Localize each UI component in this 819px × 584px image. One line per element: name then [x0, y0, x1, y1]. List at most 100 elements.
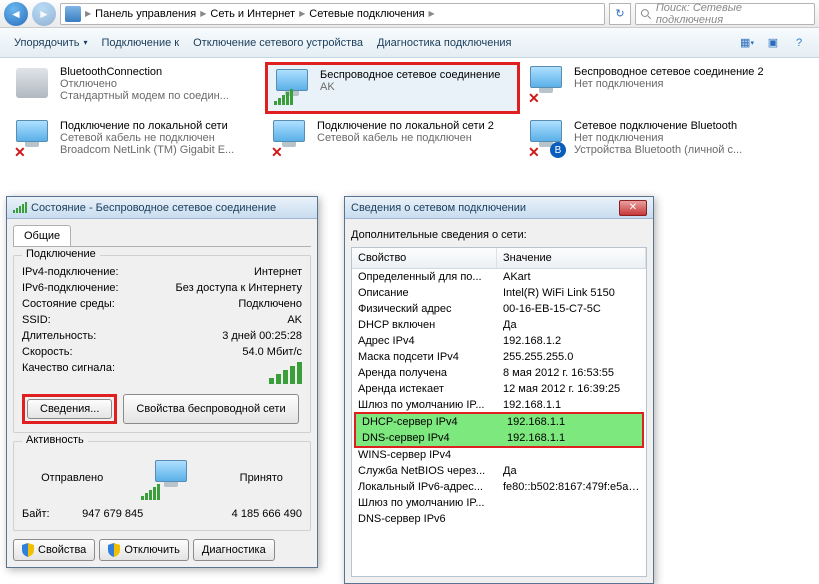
- help-button[interactable]: ?: [787, 32, 811, 54]
- table-row[interactable]: WINS-сервер IPv4: [352, 447, 646, 463]
- details-button[interactable]: Сведения...: [27, 399, 112, 419]
- dialog-title: Состояние - Беспроводное сетевое соедине…: [31, 202, 276, 214]
- crumb-1[interactable]: Панель управления: [95, 8, 196, 20]
- prop-cell: DNS-сервер IPv4: [356, 431, 501, 445]
- duration-label: Длительность:: [22, 330, 96, 342]
- connection-item[interactable]: ✕ Беспроводное сетевое соединение 2 Нет …: [522, 62, 777, 114]
- connection-status: Отключено: [60, 78, 229, 90]
- value-cell: [497, 496, 646, 510]
- properties-button[interactable]: Свойства: [13, 539, 95, 561]
- connection-status: Нет подключения: [574, 78, 764, 90]
- back-button[interactable]: ◄: [4, 2, 28, 26]
- prop-cell: DHCP включен: [352, 318, 497, 332]
- crumb-3[interactable]: Сетевые подключения: [309, 8, 424, 20]
- search-icon: [640, 8, 652, 20]
- diagnose-button[interactable]: Диагностика: [193, 539, 275, 561]
- wifi-disconnected-icon: ✕: [526, 66, 568, 104]
- media-value: Подключено: [238, 298, 302, 310]
- chevron-right-icon: ▶: [198, 9, 208, 18]
- value-cell: Да: [497, 318, 646, 332]
- value-cell: fe80::b502:8167:479f:e5af%14: [497, 480, 646, 494]
- table-row[interactable]: DHCP-сервер IPv4192.168.1.1: [356, 414, 642, 430]
- value-cell: 00-16-EB-15-C7-5C: [497, 302, 646, 316]
- prop-cell: Аренда получена: [352, 366, 497, 380]
- connection-item[interactable]: ✕ Подключение по локальной сети 2 Сетево…: [265, 116, 520, 162]
- chevron-right-icon: ▶: [297, 9, 307, 18]
- table-row[interactable]: Аренда истекает12 мая 2012 г. 16:39:25: [352, 381, 646, 397]
- disable-device-button[interactable]: Отключение сетевого устройства: [187, 33, 369, 53]
- table-row[interactable]: Определенный для по...AKart: [352, 269, 646, 285]
- table-row[interactable]: Локальный IPv6-адрес...fe80::b502:8167:4…: [352, 479, 646, 495]
- status-dialog: Состояние - Беспроводное сетевое соедине…: [6, 196, 318, 568]
- table-row[interactable]: Шлюз по умолчанию IP...: [352, 495, 646, 511]
- table-row[interactable]: Аренда получена8 мая 2012 г. 16:53:55: [352, 365, 646, 381]
- ipv4-label: IPv4-подключение:: [22, 266, 119, 278]
- wireless-props-button[interactable]: Свойства беспроводной сети: [123, 394, 298, 424]
- disable-button[interactable]: Отключить: [99, 539, 189, 561]
- table-row[interactable]: Маска подсети IPv4255.255.255.0: [352, 349, 646, 365]
- connect-to-button[interactable]: Подключение к: [95, 33, 185, 53]
- lan-disconnected-icon: ✕: [12, 120, 54, 158]
- view-icons-button[interactable]: ▦▾: [735, 32, 759, 54]
- dialog-titlebar[interactable]: Состояние - Беспроводное сетевое соедине…: [7, 197, 317, 219]
- prop-cell: Шлюз по умолчанию IP...: [352, 496, 497, 510]
- tab-strip: Общие: [13, 225, 311, 247]
- table-row[interactable]: Физический адрес00-16-EB-15-C7-5C: [352, 301, 646, 317]
- prop-cell: Физический адрес: [352, 302, 497, 316]
- value-cell: 192.168.1.1: [497, 398, 646, 412]
- value-cell: AKart: [497, 270, 646, 284]
- connection-item[interactable]: ✕ Подключение по локальной сети Сетевой …: [8, 116, 263, 162]
- connection-status: Сетевой кабель не подключен: [317, 132, 494, 144]
- details-table: Свойство Значение Определенный для по...…: [351, 247, 647, 577]
- prop-cell: Служба NetBIOS через...: [352, 464, 497, 478]
- table-row[interactable]: Адрес IPv4192.168.1.2: [352, 333, 646, 349]
- search-input[interactable]: Поиск: Сетевые подключения: [635, 3, 815, 25]
- table-row[interactable]: Служба NetBIOS через...Да: [352, 463, 646, 479]
- forward-button[interactable]: ►: [32, 2, 56, 26]
- connection-item-selected[interactable]: Беспроводное сетевое соединение AK: [265, 62, 520, 114]
- ssid-value: AK: [287, 314, 302, 326]
- connection-desc: Broadcom NetLink (TM) Gigabit E...: [60, 144, 234, 156]
- connection-desc: Стандартный модем по соедин...: [60, 90, 229, 102]
- recv-label: Принято: [240, 472, 283, 484]
- ssid-label: SSID:: [22, 314, 51, 326]
- connection-item[interactable]: ✕ B Сетевое подключение Bluetooth Нет по…: [522, 116, 777, 162]
- address-bar: ◄ ► ▶ Панель управления ▶ Сеть и Интерне…: [0, 0, 819, 28]
- connection-title: Подключение по локальной сети 2: [317, 120, 494, 132]
- preview-pane-button[interactable]: ▣: [761, 32, 785, 54]
- speed-label: Скорость:: [22, 346, 73, 358]
- signal-icon: [13, 202, 27, 213]
- value-cell: 192.168.1.2: [497, 334, 646, 348]
- diagnose-button[interactable]: Диагностика подключения: [371, 33, 517, 53]
- dialog-titlebar[interactable]: Сведения о сетевом подключении ✕: [345, 197, 653, 219]
- activity-icon: [141, 456, 201, 500]
- tab-general[interactable]: Общие: [13, 225, 71, 246]
- table-row[interactable]: DNS-сервер IPv6: [352, 511, 646, 527]
- bytes-recv: 4 185 666 490: [176, 508, 302, 520]
- table-row[interactable]: ОписаниеIntel(R) WiFi Link 5150: [352, 285, 646, 301]
- prop-cell: Адрес IPv4: [352, 334, 497, 348]
- col-value[interactable]: Значение: [497, 248, 646, 268]
- refresh-button[interactable]: ↻: [609, 3, 631, 25]
- breadcrumb[interactable]: ▶ Панель управления ▶ Сеть и Интернет ▶ …: [60, 3, 605, 25]
- organize-menu[interactable]: Упорядочить: [8, 33, 93, 53]
- bytes-sent: 947 679 845: [50, 508, 176, 520]
- prop-cell: Аренда истекает: [352, 382, 497, 396]
- table-row[interactable]: DHCP включенДа: [352, 317, 646, 333]
- table-row[interactable]: DNS-сервер IPv4192.168.1.1: [356, 430, 642, 446]
- connection-item[interactable]: BluetoothConnection Отключено Стандартны…: [8, 62, 263, 114]
- table-header: Свойство Значение: [352, 248, 646, 269]
- group-title: Активность: [22, 434, 88, 446]
- value-cell: Да: [497, 464, 646, 478]
- prop-cell: Описание: [352, 286, 497, 300]
- table-row[interactable]: Шлюз по умолчанию IP...192.168.1.1: [352, 397, 646, 413]
- connection-status: Нет подключения: [574, 132, 742, 144]
- prop-cell: Определенный для по...: [352, 270, 497, 284]
- close-button[interactable]: ✕: [619, 200, 647, 216]
- details-dialog: Сведения о сетевом подключении ✕ Дополни…: [344, 196, 654, 584]
- dns-highlight-box: DHCP-сервер IPv4192.168.1.1DNS-сервер IP…: [354, 412, 644, 448]
- col-property[interactable]: Свойство: [352, 248, 497, 268]
- connection-title: Подключение по локальной сети: [60, 120, 234, 132]
- group-title: Подключение: [22, 248, 100, 260]
- crumb-2[interactable]: Сеть и Интернет: [210, 8, 295, 20]
